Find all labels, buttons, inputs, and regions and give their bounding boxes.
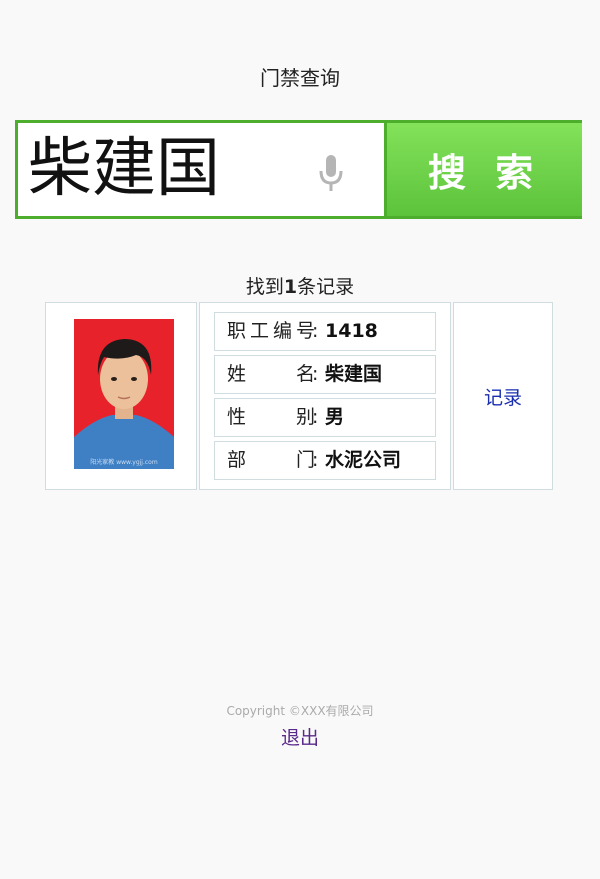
search-bar: 搜 索 xyxy=(15,120,582,219)
result-count-prefix: 找到 xyxy=(245,276,284,298)
employee-photo: 阳光家教 www.ygjj.com xyxy=(74,319,174,469)
info-colon: : xyxy=(312,406,319,428)
photo-watermark: 阳光家教 www.ygjj.com xyxy=(90,458,158,466)
result-count-suffix: 条记录 xyxy=(297,276,355,298)
info-row-gender: 性别 : 男 xyxy=(214,398,436,437)
record-link[interactable]: 记录 xyxy=(454,303,552,489)
copyright-text: Copyright ©XXX有限公司 xyxy=(226,704,374,718)
info-value: 水泥公司 xyxy=(325,449,402,471)
info-row-employee-id: 职工编号 : 1418 xyxy=(214,312,436,351)
info-value: 男 xyxy=(325,406,345,428)
info-label: 职工编号 xyxy=(227,320,315,342)
logout-link[interactable]: 退出 xyxy=(0,723,600,750)
info-colon: : xyxy=(312,449,319,471)
info-value: 柴建国 xyxy=(325,363,383,385)
photo-cell: 阳光家教 www.ygjj.com xyxy=(45,302,197,490)
microphone-icon[interactable] xyxy=(316,153,346,193)
result-count-number: 1 xyxy=(283,276,298,298)
page-title: 门禁查询 xyxy=(260,66,340,90)
info-row-department: 部门 : 水泥公司 xyxy=(214,441,436,480)
info-cell: 职工编号 : 1418 姓名 : 柴建国 性别 : 男 部门 : 水泥公司 xyxy=(199,302,451,490)
info-label: 部门 xyxy=(227,449,315,471)
info-row-name: 姓名 : 柴建国 xyxy=(214,355,436,394)
info-colon: : xyxy=(312,363,319,385)
info-colon: : xyxy=(312,320,319,342)
result-count: 找到1条记录 xyxy=(0,272,600,299)
action-cell: 记录 xyxy=(453,302,553,490)
info-label: 姓名 xyxy=(227,363,315,385)
search-button[interactable]: 搜 索 xyxy=(384,123,582,216)
info-value: 1418 xyxy=(325,320,378,342)
info-label: 性别 xyxy=(227,406,315,428)
